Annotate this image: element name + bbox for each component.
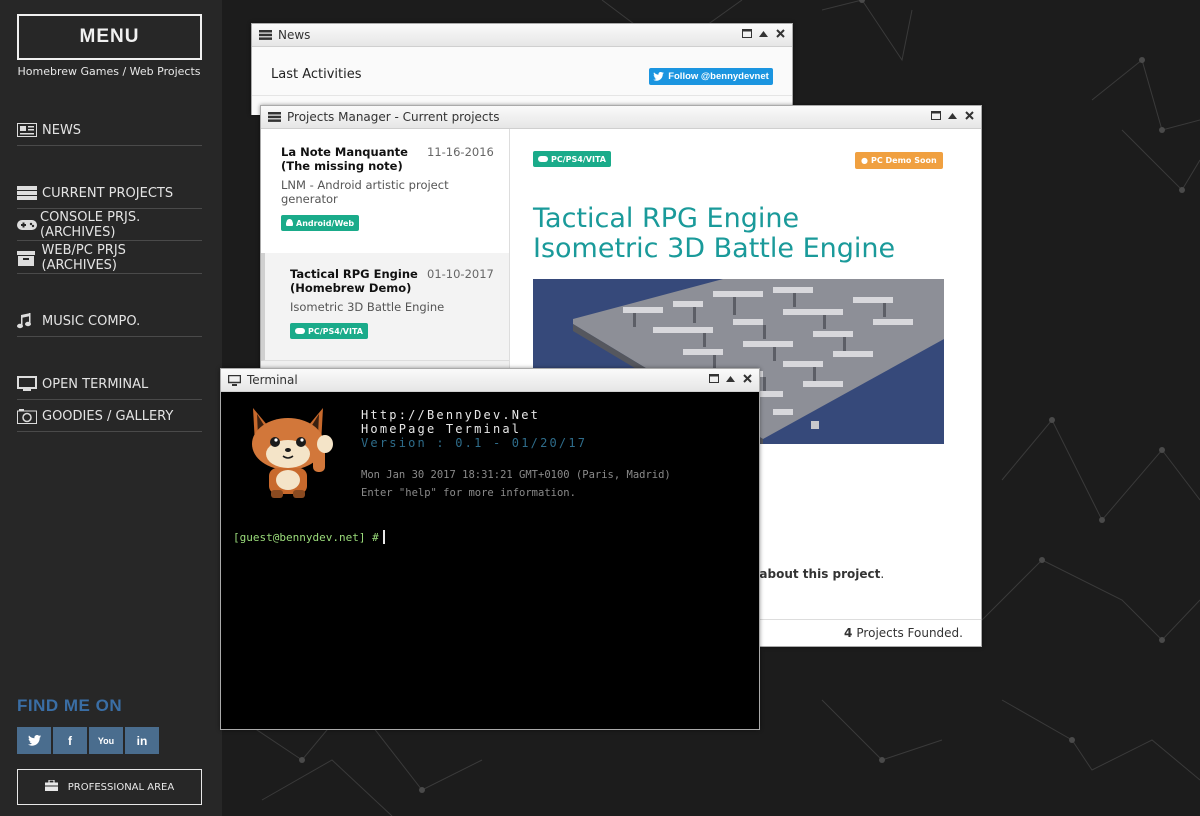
info-icon: ● xyxy=(861,156,868,165)
minimize-icon[interactable] xyxy=(758,28,769,39)
sidebar: MENU Homebrew Games / Web Projects NEWS … xyxy=(0,0,222,816)
terminal-cursor xyxy=(383,530,385,544)
twitter-icon xyxy=(27,735,41,746)
facebook-button[interactable]: f xyxy=(53,727,87,754)
terminal-window: Terminal Http://BennyDev.Net HomePage Te… xyxy=(220,368,760,730)
close-icon[interactable] xyxy=(742,373,753,384)
news-window: News Last Activities Follow @bennydevnet xyxy=(251,23,793,115)
nav-label: CONSOLE PRJS. (ARCHIVES) xyxy=(40,210,141,240)
monitor-icon xyxy=(228,374,241,386)
nav-item-music[interactable]: MUSIC COMPO. xyxy=(17,306,202,337)
nav-label: MUSIC COMPO. xyxy=(42,313,141,329)
terminal-prompt: [guest@bennydev.net] # xyxy=(233,531,379,544)
project-date: 01-10-2017 xyxy=(427,267,494,281)
close-icon[interactable] xyxy=(964,110,975,121)
server-icon xyxy=(17,186,39,200)
project-date: 11-16-2016 xyxy=(427,145,494,159)
facebook-icon: f xyxy=(68,733,72,748)
menu-button[interactable]: MENU xyxy=(17,14,202,60)
window-title: News xyxy=(278,28,311,42)
status-badge: ● PC Demo Soon xyxy=(855,152,943,169)
archive-icon xyxy=(17,250,39,266)
platform-tag: PC/PS4/VITA xyxy=(533,151,611,167)
minimize-icon[interactable] xyxy=(725,373,736,384)
briefcase-icon xyxy=(44,779,58,794)
terminal-url-line: Http://BennyDev.Net xyxy=(361,408,541,422)
nav-item-console-archives[interactable]: CONSOLE PRJS. (ARCHIVES) xyxy=(17,210,202,241)
nav-item-news[interactable]: NEWS xyxy=(17,115,202,146)
terminal-date-line: Mon Jan 30 2017 18:31:21 GMT+0100 (Paris… xyxy=(361,469,671,481)
nav-label: OPEN TERMINAL xyxy=(42,376,149,392)
newspaper-icon xyxy=(17,123,39,137)
camera-icon xyxy=(17,408,39,424)
projects-window-titlebar[interactable]: Projects Manager - Current projects xyxy=(261,106,981,129)
terminal-window-titlebar[interactable]: Terminal xyxy=(221,369,759,392)
maximize-icon[interactable] xyxy=(930,110,941,121)
window-title: Projects Manager - Current projects xyxy=(287,110,500,124)
project-description: Isometric 3D Battle Engine xyxy=(290,300,445,314)
nav-item-webpc-archives[interactable]: WEB/PC PRJS (ARCHIVES) xyxy=(17,243,202,274)
twitter-button[interactable] xyxy=(17,727,51,754)
nav-label: CURRENT PROJECTS xyxy=(42,185,174,201)
gamepad-icon xyxy=(17,219,37,231)
terminal-console[interactable]: Http://BennyDev.Net HomePage Terminal Ve… xyxy=(221,392,759,729)
maximize-icon[interactable] xyxy=(708,373,719,384)
nav-label: NEWS xyxy=(42,122,82,138)
nav-label: WEB/PC PRJS (ARCHIVES) xyxy=(41,243,126,273)
platform-tag: Android/Web xyxy=(281,215,360,231)
last-activities-heading: Last Activities xyxy=(271,67,362,82)
project-detail-title: Tactical RPG Engine Isometric 3D Battle … xyxy=(533,203,896,264)
divider xyxy=(252,95,792,96)
news-window-titlebar[interactable]: News xyxy=(252,24,792,47)
minimize-icon[interactable] xyxy=(947,110,958,121)
gamepad-icon xyxy=(538,156,548,162)
site-subtitle: Homebrew Games / Web Projects xyxy=(17,65,201,78)
platform-tag: PC/PS4/VITA xyxy=(290,323,368,339)
project-title: Tactical RPG Engine (Homebrew Demo) xyxy=(290,267,418,295)
maximize-icon[interactable] xyxy=(741,28,752,39)
server-icon xyxy=(268,112,281,122)
fox-mascot-icon xyxy=(252,408,333,498)
find-me-on-heading: FIND ME ON xyxy=(17,696,123,715)
follow-label: Follow @bennydevnet xyxy=(668,71,769,82)
terminal-homepage-line: HomePage Terminal xyxy=(361,422,522,436)
android-icon xyxy=(286,219,293,227)
nav-item-gallery[interactable]: GOODIES / GALLERY xyxy=(17,401,202,432)
project-list-item-active[interactable]: Tactical RPG Engine (Homebrew Demo) 01-1… xyxy=(261,253,509,361)
terminal-help-line: Enter "help" for more information. xyxy=(361,487,576,499)
professional-area-label: PROFESSIONAL AREA xyxy=(67,781,175,793)
professional-area-button[interactable]: PROFESSIONAL AREA xyxy=(17,769,202,805)
music-icon xyxy=(17,313,39,329)
twitter-follow-button[interactable]: Follow @bennydevnet xyxy=(649,68,773,85)
gamepad-icon xyxy=(295,328,305,334)
linkedin-icon: in xyxy=(136,733,148,748)
monitor-icon xyxy=(17,376,39,392)
close-icon[interactable] xyxy=(775,28,786,39)
twitter-icon xyxy=(653,72,665,81)
youtube-icon: You xyxy=(97,735,115,746)
project-list-item[interactable]: La Note Manquante (The missing note) 11-… xyxy=(261,129,509,254)
project-count-label: Projects Founded. xyxy=(856,626,963,640)
project-description: LNM - Android artistic project generator xyxy=(281,178,449,206)
nav-item-open-terminal[interactable]: OPEN TERMINAL xyxy=(17,369,202,400)
server-icon xyxy=(259,30,272,40)
linkedin-button[interactable]: in xyxy=(125,727,159,754)
youtube-button[interactable]: You xyxy=(89,727,123,754)
window-title: Terminal xyxy=(247,373,298,387)
nav-item-current-projects[interactable]: CURRENT PROJECTS xyxy=(17,178,202,209)
terminal-version-line: Version : 0.1 - 01/20/17 xyxy=(361,436,588,450)
project-count: 4 xyxy=(844,626,853,640)
nav-label: GOODIES / GALLERY xyxy=(42,408,174,424)
project-title: La Note Manquante (The missing note) xyxy=(281,145,408,173)
